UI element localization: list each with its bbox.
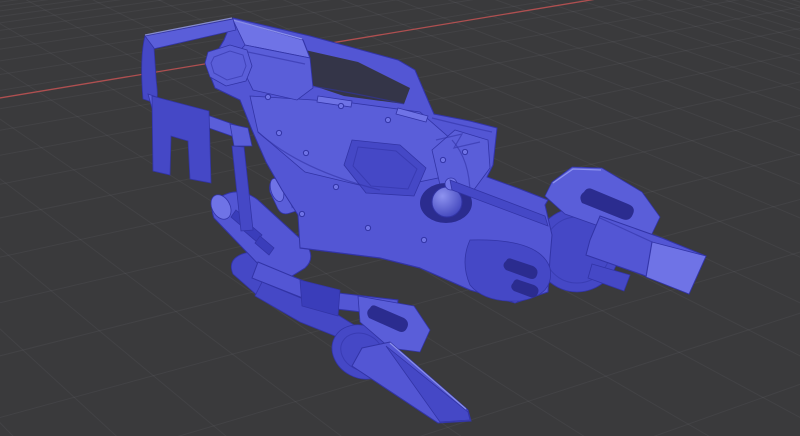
3d-viewport[interactable]: [0, 0, 800, 436]
model-canvas[interactable]: [0, 0, 800, 436]
lower-skid-assembly[interactable]: [251, 261, 472, 424]
